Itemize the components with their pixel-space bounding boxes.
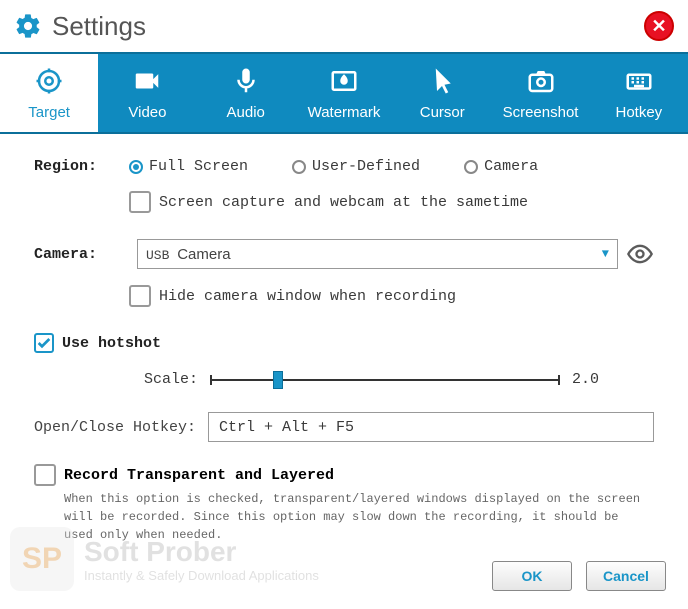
watermark-icon xyxy=(329,66,359,96)
hotshot-row: Use hotshot xyxy=(34,333,654,353)
checkbox-record-transparent[interactable] xyxy=(34,464,56,486)
slider-tick xyxy=(558,375,560,385)
watermark-badge: SP xyxy=(10,527,74,591)
tab-audio[interactable]: Audio xyxy=(197,54,295,132)
cursor-icon xyxy=(427,66,457,96)
chevron-down-icon: ▼ xyxy=(602,247,609,261)
titlebar: Settings ✕ xyxy=(0,0,688,52)
watermark-title: Soft Prober xyxy=(84,536,319,568)
tab-label: Hotkey xyxy=(615,104,662,121)
tab-screenshot[interactable]: Screenshot xyxy=(491,54,589,132)
scale-label: Scale: xyxy=(144,371,198,388)
tab-target[interactable]: Target xyxy=(0,54,98,132)
close-icon: ✕ xyxy=(651,17,666,35)
keyboard-icon xyxy=(624,66,654,96)
radio-camera[interactable]: Camera xyxy=(464,158,538,175)
scale-row: Scale: 2.0 xyxy=(144,371,654,388)
region-row: Region: Full Screen User-Defined Camera xyxy=(34,158,654,175)
screen-webcam-row: Screen capture and webcam at the sametim… xyxy=(129,191,654,213)
video-icon xyxy=(132,66,162,96)
region-label: Region: xyxy=(34,158,129,175)
tab-label: Watermark xyxy=(308,104,381,121)
content-panel: Region: Full Screen User-Defined Camera … xyxy=(0,134,688,544)
radio-icon xyxy=(464,160,478,174)
softprober-watermark: SP Soft Prober Instantly & Safely Downlo… xyxy=(10,527,319,591)
checkbox-screen-webcam[interactable] xyxy=(129,191,151,213)
ok-button[interactable]: OK xyxy=(492,561,572,591)
tab-label: Audio xyxy=(227,104,265,121)
scale-slider[interactable] xyxy=(210,372,560,388)
hotshot-label: Use hotshot xyxy=(62,335,161,352)
camera-icon xyxy=(526,66,556,96)
record-row: Record Transparent and Layered xyxy=(34,464,654,486)
record-label: Record Transparent and Layered xyxy=(64,467,334,484)
checkbox-hotshot[interactable] xyxy=(34,333,54,353)
tab-cursor[interactable]: Cursor xyxy=(393,54,491,132)
tab-label: Video xyxy=(128,104,166,121)
button-bar: OK Cancel xyxy=(492,561,666,591)
select-value: USB Camera xyxy=(146,246,231,263)
window-title: Settings xyxy=(52,11,146,42)
hotkey-row: Open/Close Hotkey: Ctrl + Alt + F5 xyxy=(34,412,654,442)
radio-label: Full Screen xyxy=(149,158,248,175)
target-icon xyxy=(34,66,64,96)
camera-select[interactable]: USB Camera ▼ xyxy=(137,239,618,269)
region-radio-group: Full Screen User-Defined Camera xyxy=(129,158,538,175)
checkbox-label: Screen capture and webcam at the sametim… xyxy=(159,194,528,211)
cancel-button[interactable]: Cancel xyxy=(586,561,666,591)
preview-button[interactable] xyxy=(626,240,654,268)
slider-thumb[interactable] xyxy=(273,371,283,389)
camera-row: Camera: USB Camera ▼ xyxy=(34,239,654,269)
tabs: Target Video Audio Watermark Cursor Scre… xyxy=(0,52,688,134)
hide-camera-row: Hide camera window when recording xyxy=(129,285,654,307)
close-button[interactable]: ✕ xyxy=(644,11,674,41)
radio-label: Camera xyxy=(484,158,538,175)
tab-label: Screenshot xyxy=(503,104,579,121)
radio-user-defined[interactable]: User-Defined xyxy=(292,158,420,175)
hotkey-input[interactable]: Ctrl + Alt + F5 xyxy=(208,412,654,442)
radio-icon xyxy=(292,160,306,174)
tab-watermark[interactable]: Watermark xyxy=(295,54,393,132)
gear-icon xyxy=(14,12,42,40)
checkbox-label: Hide camera window when recording xyxy=(159,288,456,305)
radio-full-screen[interactable]: Full Screen xyxy=(129,158,248,175)
tab-video[interactable]: Video xyxy=(98,54,196,132)
scale-value: 2.0 xyxy=(572,371,599,388)
radio-label: User-Defined xyxy=(312,158,420,175)
slider-track xyxy=(210,379,560,381)
mic-icon xyxy=(231,66,261,96)
watermark-sub: Instantly & Safely Download Applications xyxy=(84,568,319,583)
tab-label: Target xyxy=(28,104,70,121)
tab-hotkey[interactable]: Hotkey xyxy=(590,54,688,132)
tab-label: Cursor xyxy=(420,104,465,121)
checkbox-hide-camera[interactable] xyxy=(129,285,151,307)
slider-tick xyxy=(210,375,212,385)
radio-icon xyxy=(129,160,143,174)
hotkey-label: Open/Close Hotkey: xyxy=(34,419,196,436)
camera-label: Camera: xyxy=(34,246,129,263)
